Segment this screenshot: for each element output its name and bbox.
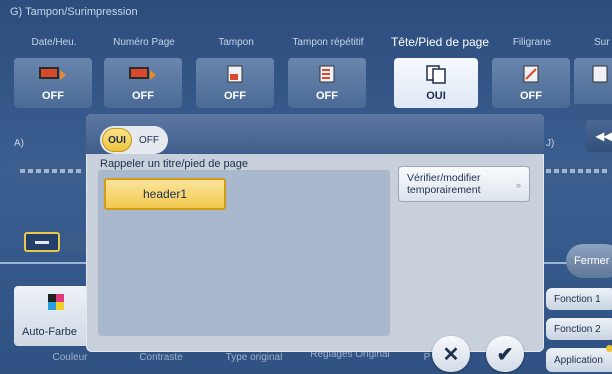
auto-farbe-label: Auto-Farbe <box>22 326 78 338</box>
bottom-tab-type-original[interactable]: Type original <box>214 352 294 363</box>
close-icon: ✕ <box>442 343 460 366</box>
on-off-toggle[interactable]: OUI OFF <box>100 126 168 154</box>
tab-label: Filigrane <box>512 36 552 48</box>
tab-state: OFF <box>224 90 246 102</box>
header-item-button[interactable]: header1 <box>104 178 226 210</box>
tab-filigrane[interactable]: Filigrane OFF <box>492 22 572 108</box>
back-button[interactable]: ◂◂ <box>586 120 612 152</box>
position-label-a: A) <box>14 138 24 149</box>
tab-state: OUI <box>426 90 446 102</box>
date-stamp-icon <box>39 67 66 80</box>
page-number-icon <box>129 67 156 80</box>
tab-label: Tampon répétitif <box>292 36 364 48</box>
tab-date-heure[interactable]: Date/Heu. OFF <box>14 22 94 108</box>
header-list-panel: header1 <box>98 170 390 336</box>
ok-button[interactable]: ✔ <box>486 336 524 372</box>
tab-label: Date/Heu. <box>31 36 77 48</box>
fermer-button[interactable]: Fermer <box>566 244 612 278</box>
tab-state: OFF <box>520 90 542 102</box>
section-title: G) Tampon/Surimpression <box>10 6 138 18</box>
alignment-left-button[interactable] <box>24 232 60 252</box>
tab-state: OFF <box>132 90 154 102</box>
checkmark-icon: ✔ <box>496 343 514 366</box>
position-label-j: J) <box>546 138 555 149</box>
tab-numero-page[interactable]: Numéro Page OFF <box>104 22 184 108</box>
tab-sur[interactable]: Sur <box>574 22 612 104</box>
bottom-tab-couleur[interactable]: Couleur <box>40 352 100 363</box>
ruler-dots-right <box>546 169 608 173</box>
fonction-1-button[interactable]: Fonction 1 <box>546 288 612 310</box>
tab-state: OFF <box>316 90 338 102</box>
divider <box>0 262 90 264</box>
overlay-icon <box>592 65 608 83</box>
tab-state: OFF <box>42 90 64 102</box>
stamp-icon <box>227 65 243 83</box>
watermark-icon <box>523 65 539 83</box>
color-mode-icon <box>48 294 64 310</box>
bottom-tab-contraste[interactable]: Contraste <box>126 352 196 363</box>
header-footer-icon <box>426 65 446 84</box>
verify-modify-label: Vérifier/modifier temporairement <box>407 172 481 196</box>
ruler-dots-left <box>20 169 82 173</box>
recall-label: Rappeler un titre/pied de page <box>100 158 248 170</box>
tab-label: Numéro Page <box>113 36 175 48</box>
header-footer-dialog: OUI OFF Rappeler un titre/pied de page h… <box>86 114 544 352</box>
toggle-off-button[interactable]: OFF <box>134 128 164 152</box>
auto-farbe-button[interactable]: Auto-Farbe <box>14 286 94 346</box>
tab-label: Tampon <box>218 36 254 48</box>
notification-dot <box>606 345 612 352</box>
tab-label: Sur <box>594 36 610 48</box>
toggle-on-button[interactable]: OUI <box>102 128 132 152</box>
tab-tampon-repetitif[interactable]: Tampon répétitif OFF <box>288 22 368 108</box>
chevron-right-icon: » <box>515 180 521 190</box>
fonction-2-button[interactable]: Fonction 2 <box>546 318 612 340</box>
tab-tampon[interactable]: Tampon OFF <box>196 22 276 108</box>
application-button[interactable]: Application <box>546 348 612 372</box>
tab-label: Tête/Pied de page <box>390 34 490 49</box>
cancel-button[interactable]: ✕ <box>432 336 470 372</box>
tab-tete-pied-de-page[interactable]: Tête/Pied de page OUI <box>390 22 490 108</box>
back-arrow-icon: ◂◂ <box>596 128 612 145</box>
alignment-center-button[interactable] <box>62 232 88 252</box>
repeat-stamp-icon <box>319 65 335 83</box>
verify-modify-button[interactable]: Vérifier/modifier temporairement » <box>398 166 530 202</box>
